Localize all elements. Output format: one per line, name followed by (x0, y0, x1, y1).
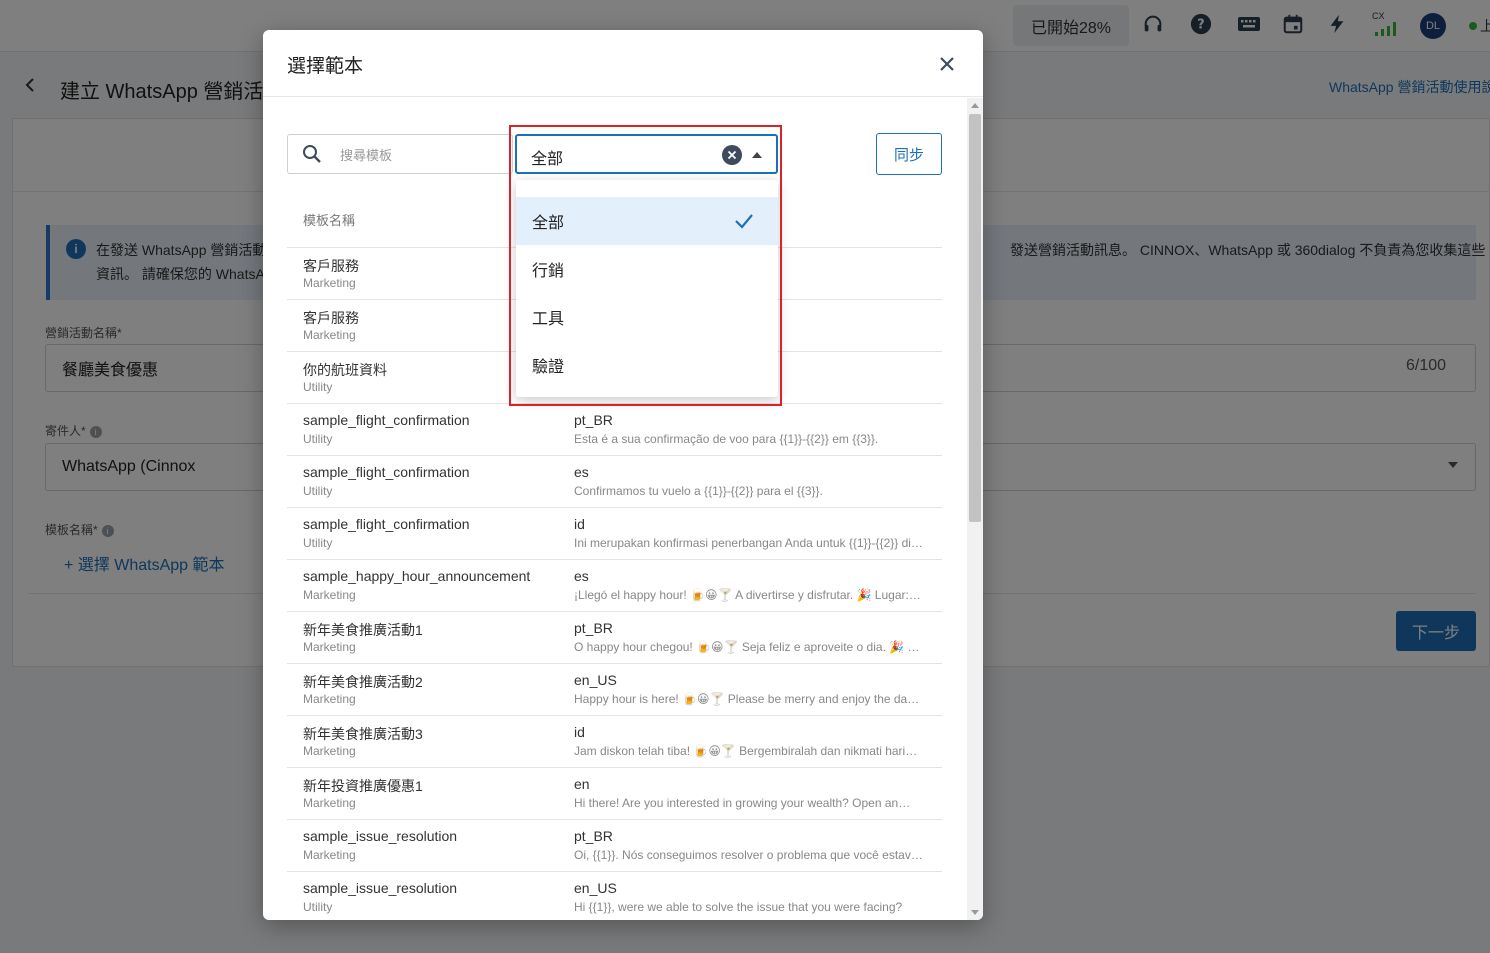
template-category: Utility (303, 900, 333, 914)
template-preview: Oi, {{1}}. Nós conseguimos resolver o pr… (574, 848, 924, 862)
dropdown-option-label: 行銷 (532, 263, 565, 280)
close-icon[interactable] (933, 50, 961, 78)
template-preview: Esta é a sua confirmação de voo para {{1… (574, 432, 879, 446)
template-category: Marketing (303, 796, 356, 810)
table-row[interactable]: sample_issue_resolution Marketing pt_BR Oi,… (287, 820, 942, 872)
dropdown-option-label: 全部 (532, 215, 565, 232)
template-language: pt_BR (574, 412, 613, 428)
category-dropdown-menu: 全部 行銷 工具 驗證 (516, 180, 778, 397)
template-category: Utility (303, 536, 333, 550)
dropdown-option[interactable]: 行銷 (516, 245, 778, 293)
template-category: Marketing (303, 744, 356, 758)
column-header-template-name: 模板名稱 (303, 213, 356, 228)
template-name: 客戶服務 (303, 310, 359, 326)
dialog-header: 選擇範本 (263, 30, 983, 97)
template-language: id (574, 724, 585, 740)
table-row[interactable]: 新年美食推廣活動2 Marketing en_US Happy hour is her… (287, 664, 942, 716)
template-category: Marketing (303, 692, 356, 706)
template-language: pt_BR (574, 828, 613, 844)
template-preview: Happy hour is here! 🍺😀🍸 Please be merry … (574, 692, 924, 706)
table-row[interactable]: 新年美食推廣活動1 Marketing pt_BR O happy hour cheg… (287, 612, 942, 664)
template-name: sample_happy_hour_announcement (303, 568, 531, 584)
template-search[interactable] (287, 134, 513, 174)
template-preview: Confirmamos tu vuelo a {{1}}-{{2}} para … (574, 484, 823, 498)
dropdown-option-label: 驗證 (532, 359, 565, 376)
clear-icon[interactable] (722, 145, 742, 165)
filter-value: 全部 (531, 151, 564, 168)
template-language: pt_BR (574, 620, 613, 636)
template-language: id (574, 516, 585, 532)
search-icon (302, 144, 322, 169)
table-row[interactable]: sample_flight_confirmation Utility id Ini m… (287, 508, 942, 560)
template-category: Marketing (303, 848, 356, 862)
template-name: 客戶服務 (303, 258, 359, 274)
sync-button[interactable]: 同步 (876, 133, 942, 175)
select-template-dialog: 選擇範本 全部 同步 模板名稱 客戶服務MarketingBC Innovati… (263, 30, 983, 920)
table-row[interactable]: sample_flight_confirmation Utility pt_BR Es… (287, 404, 942, 456)
template-preview: Jam diskon telah tiba! 🍺😀🍸 Bergembiralah… (574, 744, 918, 758)
template-name: sample_issue_resolution (303, 828, 458, 844)
dropdown-option[interactable]: 驗證 (516, 341, 778, 389)
dialog-title: 選擇範本 (287, 56, 364, 77)
template-name: 新年美食推廣活動1 (303, 622, 423, 638)
template-language: en_US (574, 672, 617, 688)
template-category: Utility (303, 432, 333, 446)
template-language: es (574, 464, 589, 480)
template-preview: Hi {{1}}, were we able to solve the issu… (574, 900, 903, 914)
dropdown-option[interactable]: 全部 (516, 197, 778, 245)
template-category: Utility (303, 380, 333, 394)
check-icon (734, 211, 754, 236)
caret-up-icon[interactable] (752, 152, 762, 158)
template-preview: Hi there! Are you interested in growing … (574, 796, 911, 810)
template-name: 新年投資推廣優惠1 (303, 778, 423, 794)
template-language: en_US (574, 880, 617, 896)
search-input[interactable] (340, 143, 500, 167)
template-language: es (574, 568, 589, 584)
template-category: Marketing (303, 276, 356, 290)
template-category: Marketing (303, 328, 356, 342)
template-name: sample_issue_resolution (303, 880, 458, 896)
template-name: 新年美食推廣活動2 (303, 674, 423, 690)
table-row[interactable]: sample_flight_confirmation Utility es Confi… (287, 456, 942, 508)
template-preview: O happy hour chegou! 🍺😀🍸 Seja feliz e ap… (574, 640, 920, 654)
template-category: Marketing (303, 640, 356, 654)
template-name: sample_flight_confirmation (303, 464, 470, 480)
template-category: Marketing (303, 588, 356, 602)
template-name: 你的航班資料 (303, 362, 387, 378)
scrollbar-thumb[interactable] (969, 114, 981, 522)
dropdown-option[interactable]: 工具 (516, 293, 778, 341)
template-preview: Ini merupakan konfirmasi penerbangan And… (574, 536, 923, 550)
scroll-up-icon[interactable] (971, 103, 979, 108)
template-name: 新年美食推廣活動3 (303, 726, 423, 742)
template-language: en (574, 776, 590, 792)
table-row[interactable]: sample_issue_resolution Utility en_US Hi {{… (287, 872, 942, 920)
template-name: sample_flight_confirmation (303, 516, 470, 532)
template-name: sample_flight_confirmation (303, 412, 470, 428)
category-filter-select[interactable]: 全部 (515, 134, 778, 174)
dropdown-option-label: 工具 (532, 311, 565, 328)
table-row[interactable]: 新年美食推廣活動3 Marketing id Jam diskon telah tib… (287, 716, 942, 768)
scroll-down-icon[interactable] (971, 910, 979, 915)
table-row[interactable]: sample_happy_hour_announcement Marketing e… (287, 560, 942, 612)
scrollbar[interactable] (967, 98, 983, 920)
template-preview: ¡Llegó el happy hour! 🍺😀🍸 A divertirse y… (574, 588, 921, 602)
table-row[interactable]: 新年投資推廣優惠1 Marketing en Hi there! Are you in… (287, 768, 942, 820)
template-category: Utility (303, 484, 333, 498)
